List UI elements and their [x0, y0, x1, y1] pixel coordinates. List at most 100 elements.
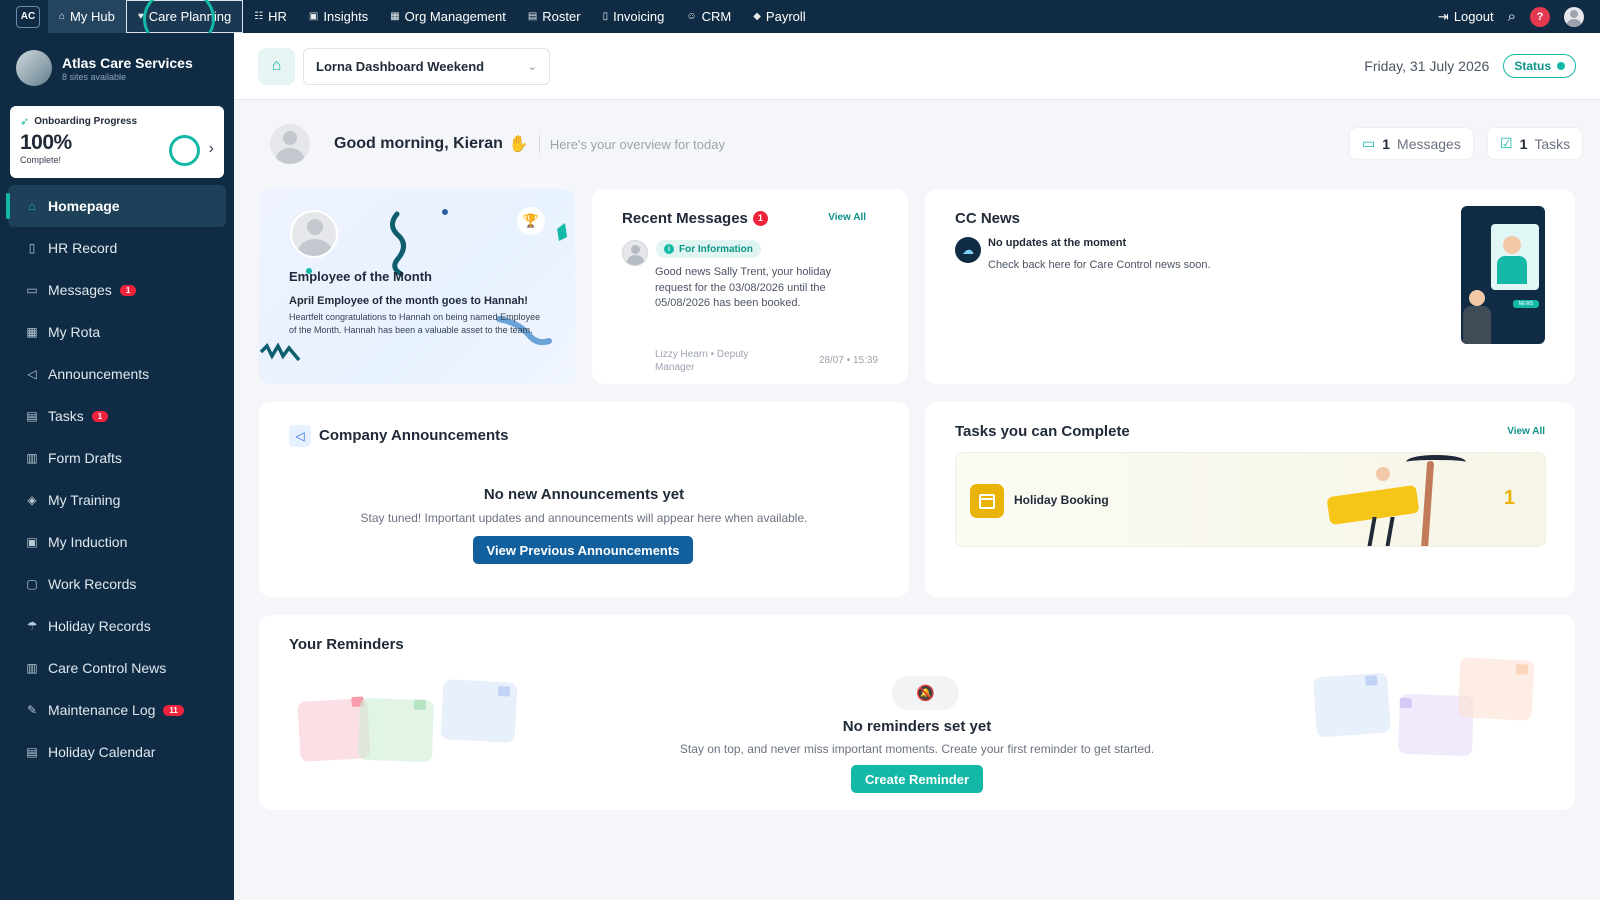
- person-legs: [1367, 517, 1395, 546]
- nav-org-management[interactable]: ▦ Org Management: [379, 0, 517, 33]
- sidebar-item-form-drafts[interactable]: ▥ Form Drafts: [0, 437, 234, 479]
- view-previous-announcements-button[interactable]: View Previous Announcements: [473, 536, 693, 564]
- count-badge: 1: [752, 210, 768, 226]
- count-badge: 1: [91, 410, 109, 422]
- empty-state-subtitle: Stay tuned! Important updates and announ…: [360, 511, 808, 525]
- sticky-note-decoration: [1312, 672, 1392, 738]
- calendar-icon: [970, 484, 1004, 518]
- sidebar-item-homepage[interactable]: ⌂ Homepage: [6, 185, 226, 227]
- avatar: [290, 210, 338, 258]
- main-header: ⌂ Lorna Dashboard Weekend ⌄ Friday, 31 J…: [234, 33, 1600, 100]
- sidebar-item-label: Holiday Records: [48, 618, 151, 634]
- app-logo[interactable]: AC: [16, 5, 40, 28]
- card-title: Your Reminders: [289, 636, 404, 653]
- sidebar-item-my-training[interactable]: ◈ My Training: [0, 479, 234, 521]
- nav-my-hub[interactable]: ⌂ My Hub: [48, 0, 126, 33]
- sidebar-item-label: Holiday Calendar: [48, 744, 156, 760]
- sidebar-item-label: Care Control News: [48, 660, 167, 676]
- wrench-icon: ✎: [26, 703, 38, 717]
- status-label: Status: [1514, 59, 1551, 73]
- logout-label: Logout: [1453, 9, 1494, 24]
- message-sender: Lizzy Hearn • Deputy Manager: [655, 349, 749, 373]
- create-reminder-button[interactable]: Create Reminder: [851, 765, 983, 793]
- grid-calendar-icon: ▦: [26, 325, 38, 339]
- nav-payroll[interactable]: ◆ Payroll: [742, 0, 816, 33]
- messages-pill-label: Messages: [1397, 135, 1461, 152]
- status-button[interactable]: Status: [1503, 54, 1576, 78]
- search-icon[interactable]: ⌕: [1508, 8, 1516, 25]
- sidebar: Atlas Care Services 8 sites available ➶ O…: [0, 33, 234, 900]
- user-avatar-icon[interactable]: [1564, 6, 1584, 27]
- news-heading: No updates at the moment: [988, 237, 1127, 249]
- megaphone-icon: ◁: [289, 425, 311, 447]
- org-switcher[interactable]: Atlas Care Services 8 sites available: [0, 33, 234, 87]
- logout-button[interactable]: ⇥ Logout: [1438, 9, 1494, 25]
- task-label: Holiday Booking: [1014, 493, 1109, 507]
- info-icon: i: [664, 244, 674, 254]
- recent-messages-card: Recent Messages 1 View All i For Informati…: [592, 189, 908, 384]
- count-badge: 1: [119, 284, 137, 296]
- sidebar-item-holiday-records[interactable]: ☂ Holiday Records: [0, 605, 234, 647]
- nav-label: Invoicing: [613, 9, 665, 24]
- empty-state-heading: No new Announcements yet: [483, 486, 685, 503]
- sidebar-item-care-control-news[interactable]: ▥ Care Control News: [0, 647, 234, 689]
- briefcase-icon: ▢: [26, 577, 38, 591]
- card-title: CC News: [955, 210, 1021, 227]
- chevron-right-icon: ›: [208, 140, 214, 157]
- avatar[interactable]: [270, 124, 310, 164]
- nav-insights[interactable]: ▣ Insights: [298, 0, 379, 33]
- view-all-tasks-link[interactable]: View All: [1507, 426, 1545, 437]
- sidebar-item-maintenance-log[interactable]: ✎ Maintenance Log 11: [0, 689, 234, 731]
- nav-invoicing[interactable]: ▯ Invoicing: [592, 0, 676, 33]
- sidebar-item-work-records[interactable]: ▢ Work Records: [0, 563, 234, 605]
- sidebar-item-my-rota[interactable]: ▦ My Rota: [0, 311, 234, 353]
- help-button[interactable]: ?: [1530, 6, 1550, 27]
- sidebar-item-label: Messages: [48, 282, 112, 298]
- home-button[interactable]: ⌂: [258, 47, 295, 85]
- sidebar-item-hr-record[interactable]: ▯ HR Record: [0, 227, 234, 269]
- news-illustration: NEWS: [1461, 206, 1545, 344]
- chevron-down-icon: ⌄: [527, 60, 537, 73]
- nav-care-planning[interactable]: ♥ Care Planning: [125, 0, 244, 51]
- eotm-body: Heartfelt congratulations to Hannah on b…: [289, 312, 541, 335]
- onboarding-progress-card[interactable]: ➶ Onboarding Progress 100% Complete! ›: [10, 106, 224, 178]
- sidebar-item-holiday-calendar[interactable]: ▤ Holiday Calendar: [0, 731, 234, 773]
- top-nav: AC ⌂ My Hub ♥ Care Planning ☷ HR ▣ Insights …: [0, 0, 1600, 51]
- greeting-row: Good morning, Kieran ✋ Here's your overv…: [270, 124, 725, 164]
- chat-icon: ▭: [26, 283, 38, 297]
- nav-roster[interactable]: ▤ Roster: [517, 0, 592, 33]
- card-title: Recent Messages: [622, 210, 748, 227]
- tasks-pill[interactable]: ☑ 1 Tasks: [1487, 127, 1584, 160]
- view-all-messages-link[interactable]: View All: [828, 212, 866, 223]
- task-holiday-booking[interactable]: Holiday Booking 1: [955, 452, 1546, 547]
- nav-crm[interactable]: ☺ CRM: [675, 0, 742, 33]
- users-icon: ☺: [686, 11, 697, 22]
- home-icon: ⌂: [271, 57, 282, 74]
- nav-label: Payroll: [765, 9, 806, 24]
- nav-label: Insights: [323, 9, 369, 24]
- message-body[interactable]: Good news Sally Trent, your holiday requ…: [655, 265, 865, 312]
- messages-pill[interactable]: ▭ 1 Messages: [1349, 127, 1474, 160]
- trophy-icon: 🏆: [517, 207, 545, 235]
- sidebar-item-announcements[interactable]: ◁ Announcements: [0, 353, 234, 395]
- clipboard-icon: ▥: [26, 661, 38, 675]
- nav-label: CRM: [701, 9, 732, 24]
- sidebar-item-messages[interactable]: ▭ Messages 1: [0, 269, 234, 311]
- progress-ring: [169, 135, 200, 166]
- nav-hr[interactable]: ☷ HR: [243, 0, 298, 33]
- calendar-icon: ▤: [26, 745, 38, 759]
- nav-label: Care Planning: [148, 9, 232, 24]
- illustration-tag: NEWS: [1513, 300, 1539, 308]
- sidebar-item-tasks[interactable]: ▤ Tasks 1: [0, 395, 234, 437]
- building-icon: ▦: [390, 11, 400, 22]
- megaphone-icon: ◁: [27, 367, 37, 381]
- dashboard-select[interactable]: Lorna Dashboard Weekend ⌄: [303, 47, 550, 85]
- announcements-card: ◁ Company Announcements No new Announcem…: [259, 402, 909, 597]
- people-icon: ☷: [254, 11, 264, 22]
- calendar-check-icon: ▣: [26, 535, 38, 549]
- home-icon: ⌂: [28, 199, 36, 213]
- org-logo: [16, 50, 52, 86]
- sidebar-item-my-induction[interactable]: ▣ My Induction: [0, 521, 234, 563]
- palm-leaf: [1406, 455, 1466, 469]
- org-sites-count: 8 sites available: [62, 71, 127, 82]
